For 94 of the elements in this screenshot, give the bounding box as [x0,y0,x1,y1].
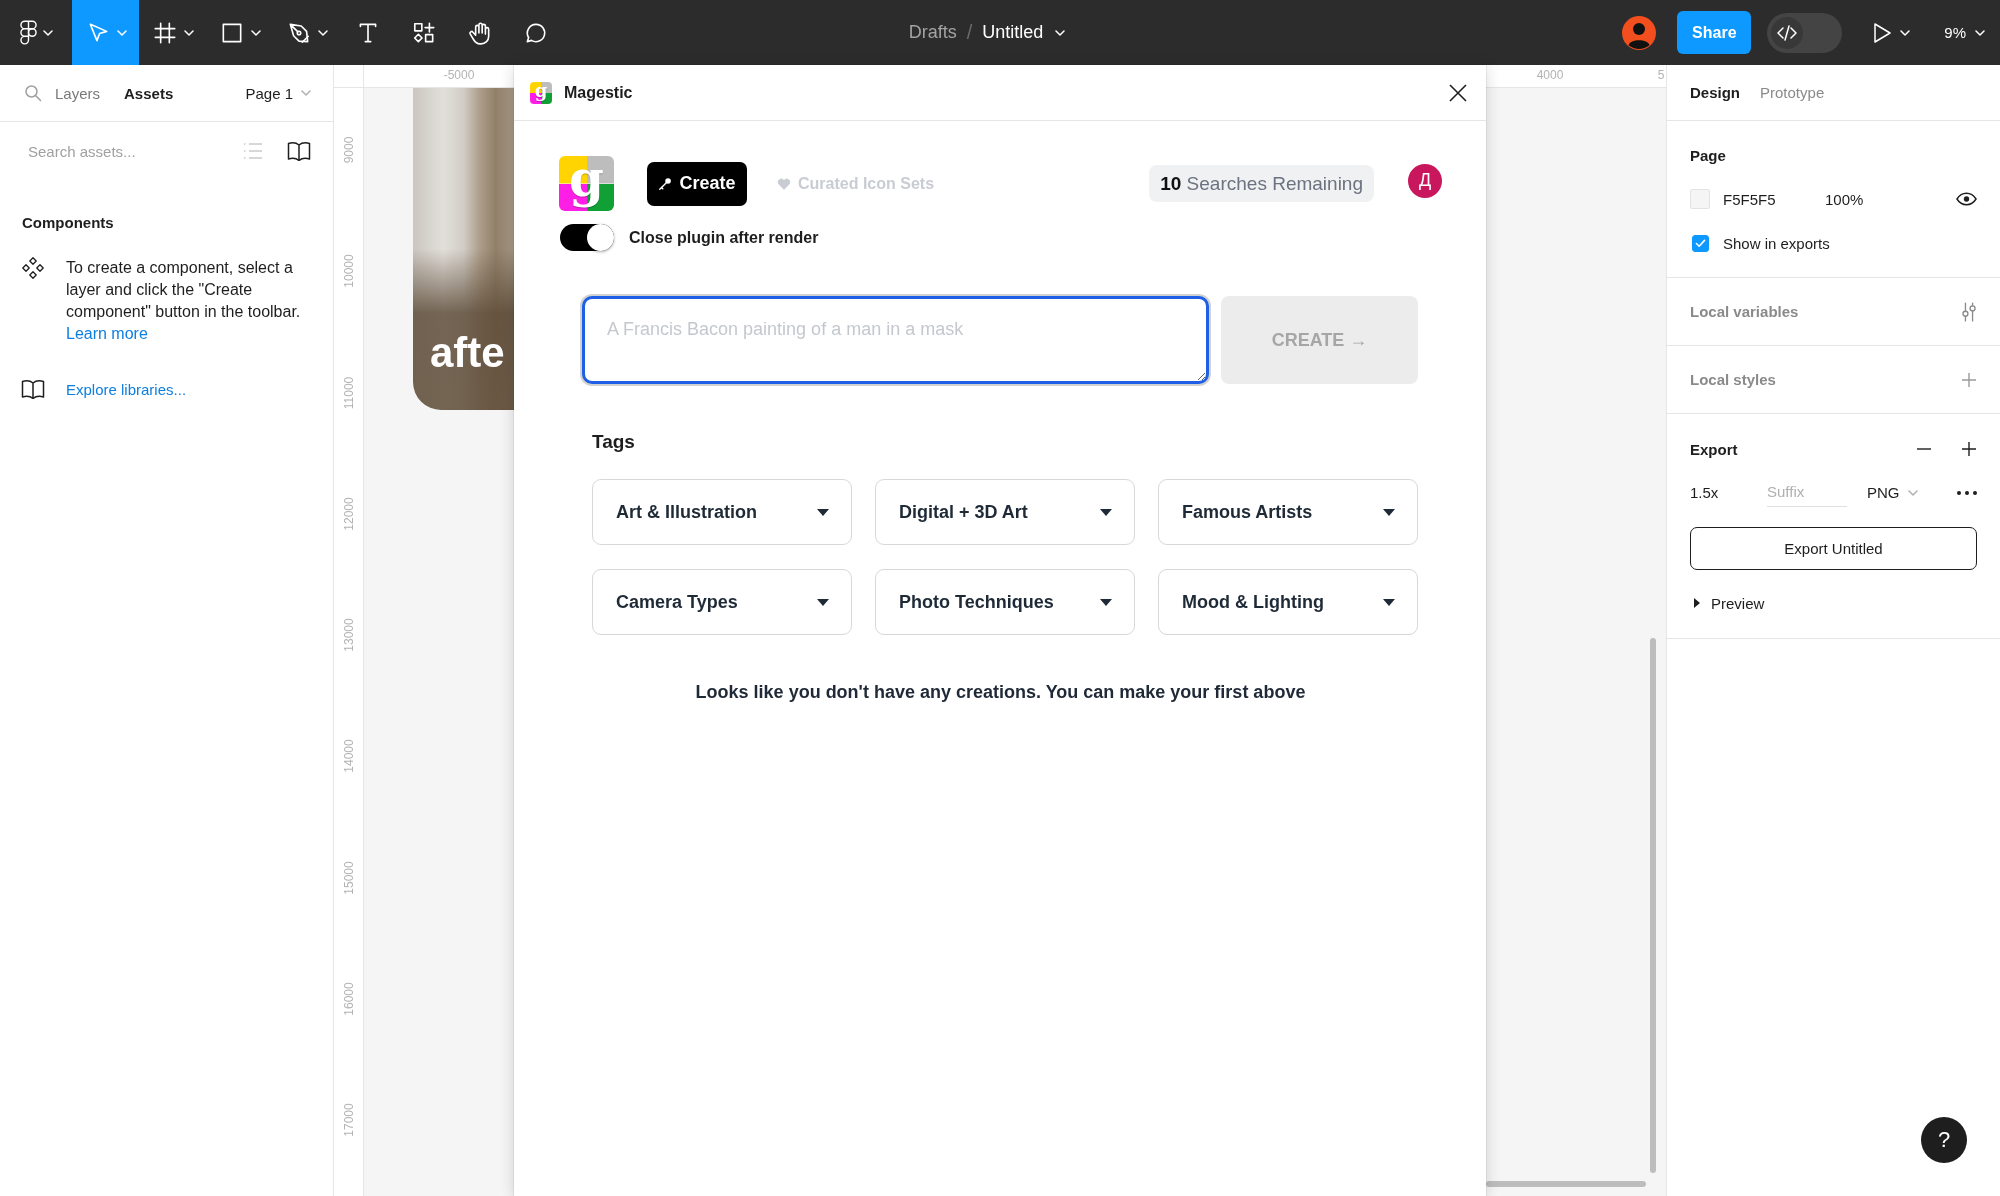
format-dropdown[interactable]: PNG [1867,484,1918,501]
plus-icon[interactable] [1961,441,1977,457]
tag-dropdown[interactable]: Camera Types [592,569,852,635]
chevron-icon [183,29,194,36]
ruler-label: 13000 [342,618,356,652]
section-title: Components [21,214,115,232]
ruler-label: -5000 [443,68,475,82]
toggle-switch[interactable] [560,224,614,251]
ruler-label: 11000 [342,376,356,409]
frame-text: afte [430,328,505,378]
close-icon[interactable] [1449,83,1467,102]
section-title: Tags [592,431,636,453]
hint-text: To create a component, select a layer and click the "Create component" button in the toolbar. [66,258,302,322]
empty-state-message: Looks like you don't have any creations. You can make your first above [694,682,1307,703]
file-name-button[interactable]: Untitled [982,22,1066,43]
heart-icon [777,176,791,191]
book-icon [21,379,45,399]
page-dropdown[interactable]: Page 1 [245,84,311,102]
key-icon [658,176,673,191]
search-icon[interactable] [24,84,42,102]
caret-icon [1383,508,1395,516]
ruler-label: 5 [1657,68,1665,82]
tag-dropdown[interactable]: Photo Techniques [875,569,1135,635]
toggle-label: Close plugin after render [629,228,819,247]
chevron-icon [1900,29,1911,36]
sliders-icon[interactable] [1961,301,1977,322]
suffix-field[interactable]: Suffix [1767,478,1847,507]
scrollbar-thumb[interactable] [1486,1181,1646,1187]
book-icon[interactable] [287,141,311,161]
caret-icon [1100,598,1112,606]
window-title: Magestic [564,83,633,102]
panel-tab[interactable]: Layers [55,84,101,102]
breadcrumb-separator: / [966,21,973,44]
present-button[interactable] [1872,21,1911,44]
caret-icon [817,598,829,606]
chevron-icon [250,29,261,36]
checkbox-label: Show in exports [1723,234,1830,252]
panel-tab[interactable]: Assets [124,84,174,102]
ruler-label: 14000 [342,739,356,773]
section-title: Page [1690,146,1726,164]
play-icon [1872,21,1893,44]
color-value[interactable]: F5F5F5 [1723,190,1825,208]
ruler-label: 15000 [342,860,356,895]
tag-dropdown[interactable]: Famous Artists [1158,479,1418,545]
frame-icon [151,19,178,46]
code-icon [1771,16,1804,49]
avatar[interactable]: Д [1408,163,1442,198]
chevron-icon [1055,29,1066,36]
app-logo: g [559,156,614,211]
zoom-menu[interactable]: 9% [1944,24,1985,41]
ruler-label: 4000 [1536,68,1564,82]
preview-toggle[interactable]: Preview [1690,581,1765,625]
ruler-label: 10000 [342,254,356,288]
eye-icon[interactable] [1956,192,1977,206]
tag-dropdown[interactable]: Mood & Lighting [1158,569,1418,635]
explore-libraries-link[interactable]: Explore libraries... [66,380,187,398]
export-button[interactable]: Export Untitled [1690,527,1977,570]
avatar-icon[interactable] [1622,15,1657,50]
chevron-icon [42,29,53,36]
check-icon [1695,238,1706,248]
plugin-icon: g [530,81,552,104]
ruler-label: 12000 [342,497,356,531]
logo-icon [19,20,37,45]
chevron-icon [116,29,127,36]
prompt-field[interactable]: A Francis Bacon painting of a man in a mask [582,296,1209,384]
scale-field[interactable]: 1.5x [1690,484,1767,501]
panel-tab[interactable]: Prototype [1760,84,1825,101]
search-field[interactable]: Search assets... [22,138,223,164]
more-icon[interactable] [1957,490,1977,495]
chevron-icon [1907,489,1918,496]
ruler-label: 17000 [342,1103,356,1137]
learn-more-link[interactable]: Learn more [66,323,148,345]
plugin-tab[interactable]: Create [647,161,747,206]
checkbox[interactable] [1692,234,1709,252]
chevron-icon [301,90,311,96]
chevron-icon [317,29,328,36]
dev-mode-toggle[interactable] [1767,12,1843,53]
caret-icon [1100,508,1112,516]
component-icon [22,257,44,279]
minus-icon[interactable] [1916,448,1932,450]
scrollbar-thumb[interactable] [1650,638,1656,1173]
breadcrumb-folder[interactable]: Drafts [908,22,957,43]
caret-icon [1383,598,1395,606]
caret-icon [817,508,829,516]
section-title: Export [1690,440,1738,458]
chevron-icon [1975,29,1985,36]
ruler-label: 9000 [342,136,356,164]
tag-dropdown[interactable]: Digital + 3D Art [875,479,1135,545]
ruler-label: 16000 [342,982,356,1016]
color-swatch[interactable] [1690,189,1710,209]
tag-dropdown[interactable]: Art & Illustration [592,479,852,545]
panel-tab[interactable]: Design [1690,84,1740,101]
searches-remaining-badge: 10 Searches Remaining [1149,165,1374,202]
opacity-value[interactable]: 100% [1825,190,1864,208]
